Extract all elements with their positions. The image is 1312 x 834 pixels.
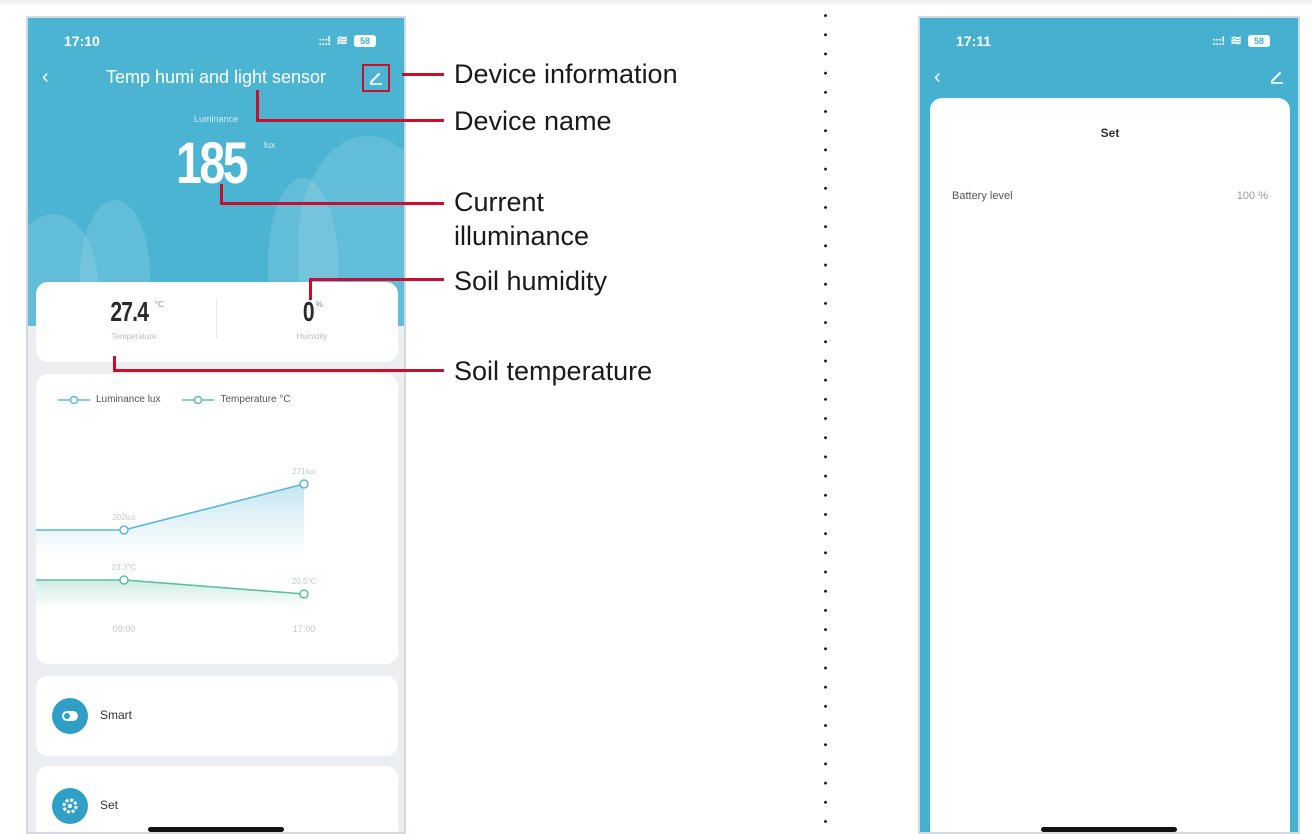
set-label: Set (100, 798, 119, 812)
history-chart-card: Luminance lux Temperature °C 202lux 271lu… (36, 374, 398, 664)
chart-legend: Luminance lux Temperature °C (58, 394, 291, 405)
edit-device-button[interactable] (362, 64, 390, 92)
readings-divider (216, 298, 217, 338)
wifi-icon: ≋ (336, 32, 348, 48)
data-label-1-1: 20.5°C (292, 577, 317, 586)
legend-marker-temperature (182, 395, 215, 404)
callout-soil-temperature: Soil temperature (454, 356, 653, 386)
signal-icon: :::! (318, 33, 331, 48)
leader-line (256, 119, 444, 122)
data-point-0-0 (119, 525, 129, 535)
data-point-0-1 (299, 479, 309, 489)
device-name-title[interactable]: Temp humi and light sensor (40, 67, 392, 88)
pencil-icon (370, 73, 382, 85)
phone-screen-device-panel: 17:10 :::! ≋ 58 ‹ Temp humi and light se… (26, 16, 406, 834)
battery-level-value: 100 % (1236, 190, 1268, 202)
status-icons: :::! ≋ 58 (318, 32, 376, 49)
data-label-1-0: 23.3°C (112, 563, 137, 572)
luminance-value: 185 (176, 131, 249, 196)
leader-line (256, 90, 259, 122)
data-point-1-1 (299, 589, 309, 599)
settings-title: Set (1100, 126, 1120, 140)
humidity-unit: % (315, 300, 323, 309)
phone-screen-settings: 17:11 :::! ≋ 58 ‹ Set Battery level 100 … (918, 16, 1300, 834)
battery-level-row: Battery level 100 % (952, 190, 1268, 202)
set-row[interactable]: Set (36, 766, 398, 832)
page-top-border (0, 0, 1312, 6)
luminance-unit: lux (264, 140, 276, 150)
humidity-value: 0 (302, 296, 315, 327)
temperature-reading: 27.4 °C Temperature (54, 296, 214, 341)
signal-icon: :::! (1212, 33, 1225, 48)
wifi-icon: ≋ (1230, 32, 1242, 48)
legend-item-luminance[interactable]: Luminance lux (58, 394, 160, 405)
x-tick-label: 17:00 (293, 624, 316, 634)
callout-current-illuminance-line2: illuminance (454, 221, 590, 251)
status-bar: 17:10 :::! ≋ 58 (64, 32, 376, 52)
history-line-chart: 202lux 271lux 23.3°C 20.5°C 09:00 17:00 (36, 467, 317, 634)
gear-icon (52, 788, 88, 824)
nav-bar: ‹ (932, 64, 1286, 92)
leader-line (220, 202, 444, 205)
data-label-0-0: 202lux (112, 513, 136, 522)
legend-label-luminance: Luminance lux (96, 394, 161, 405)
toggle-icon (52, 698, 88, 734)
status-time: 17:10 (64, 33, 100, 49)
status-time: 17:11 (956, 33, 992, 49)
back-chevron-icon[interactable]: ‹ (934, 66, 941, 89)
battery-icon: 58 (354, 34, 376, 47)
callout-device-name: Device name (454, 106, 612, 136)
leader-line (309, 278, 444, 281)
leader-line (309, 278, 312, 300)
smart-label: Smart (100, 708, 133, 722)
smart-row[interactable]: Smart (36, 676, 398, 756)
callout-device-information: Device information (454, 59, 678, 89)
leader-line (113, 369, 444, 372)
temperature-value: 27.4 (110, 296, 150, 327)
callout-current-illuminance-line1: Current (454, 187, 545, 217)
pencil-icon[interactable] (1270, 70, 1284, 84)
temperature-label: Temperature (111, 332, 157, 341)
home-indicator (148, 827, 284, 832)
nav-bar: ‹ Temp humi and light sensor (40, 64, 392, 92)
x-tick-label: 09:00 (113, 624, 136, 634)
data-label-0-1: 271lux (292, 467, 316, 476)
temperature-unit: °C (154, 300, 164, 309)
legend-marker-luminance (58, 395, 90, 404)
readings-card: 27.4 °C Temperature 0% Humidity (36, 282, 398, 362)
status-bar: 17:11 :::! ≋ 58 (956, 32, 1270, 52)
status-icons: :::! ≋ 58 (1212, 32, 1270, 49)
humidity-label: Humidity (296, 332, 328, 341)
legend-item-temperature[interactable]: Temperature °C (182, 394, 291, 405)
dotted-separator (824, 6, 827, 834)
data-point-1-0 (119, 575, 129, 585)
humidity-reading: 0% Humidity (232, 296, 392, 341)
leader-line (402, 73, 444, 76)
legend-label-temperature: Temperature °C (220, 394, 291, 405)
battery-level-label: Battery level (952, 190, 1013, 202)
home-indicator (1041, 827, 1177, 832)
callout-soil-humidity: Soil humidity (454, 266, 608, 296)
settings-sheet: Set Battery level 100 % (930, 98, 1290, 832)
battery-icon: 58 (1248, 34, 1270, 47)
